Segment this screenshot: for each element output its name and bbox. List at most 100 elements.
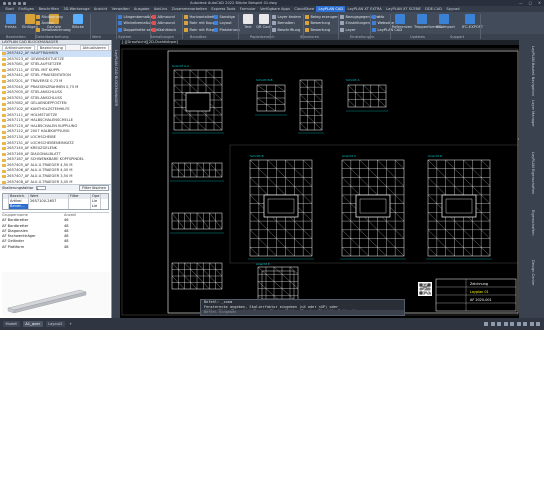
- ribbon-panel-label[interactable]: Bearbeiten: [6, 35, 26, 39]
- ribbon-small-button[interactable]: Beleg erzeugen: [305, 14, 339, 19]
- ribbon-small-button[interactable]: Aßmaund: [152, 14, 176, 19]
- ribbon-small-button[interactable]: Stahlblock: [152, 27, 176, 32]
- side-panel-tab[interactable]: LayPLAN Eigenschaften: [531, 152, 535, 194]
- scaffold-diagonal: [203, 220, 210, 230]
- ribbon-big-button[interactable]: Blöcke: [70, 14, 86, 29]
- command-input[interactable]: Befehl eingeben: [201, 310, 404, 315]
- ribbon-small-button[interactable]: Aßmaund: [152, 21, 176, 26]
- ribbon-panel-label[interactable]: Updates: [410, 35, 425, 39]
- blockmanager-side-label[interactable]: LayPLAN CAD BLOCKMANAGER: [114, 50, 118, 106]
- scaffold-diagonal: [395, 212, 405, 222]
- ribbon-big-button[interactable]: Treppenformular: [414, 14, 444, 29]
- grid-row[interactable]: Benen... Lie: [3, 204, 108, 209]
- ribbon-panel-label[interactable]: Werk: [92, 35, 101, 39]
- section-label: Ansicht C: [342, 154, 356, 158]
- ribbon-small-button[interactable]: Webseite: [372, 21, 402, 26]
- article-group-list[interactable]: Gruppenname Anzahl AF Bordbretter 46 AF Bord…: [2, 212, 109, 250]
- close-button[interactable]: ✕: [538, 1, 541, 5]
- ribbon-panel-label[interactable]: Bemaßungen: [150, 35, 174, 39]
- ribbon-small-button[interactable]: Sonstige: [214, 14, 240, 19]
- workspace-gear-icon[interactable]: [529, 322, 534, 326]
- ribbon-big-button[interactable]: Freistz.: [3, 14, 19, 29]
- osnap-toggle-icon[interactable]: [510, 322, 514, 326]
- grid-cell[interactable]: [29, 204, 69, 209]
- ribbon-small-button[interactable]: Beschriftung: [272, 27, 301, 32]
- ribbon-small-button[interactable]: Detailzeichnung: [36, 27, 71, 32]
- grid-cell[interactable]: [69, 204, 91, 209]
- layout-tab-a1-quer[interactable]: A1_quer: [22, 321, 43, 327]
- refresh-button[interactable]: Aktualisieren: [79, 45, 109, 50]
- ribbon-small-icon: [36, 21, 40, 25]
- ribbon-small-button[interactable]: Layout: [214, 21, 240, 26]
- ribbon-small-button[interactable]: LayPLAN CAD: [372, 27, 402, 32]
- qr-module: [421, 285, 423, 287]
- polar-toggle-icon[interactable]: [503, 322, 508, 326]
- ribbon-big-button[interactable]: IFC-EXPORT: [462, 14, 483, 29]
- article-row[interactable]: AF Plattform 48: [2, 245, 109, 250]
- ribbon-big-button[interactable]: Text: [240, 14, 256, 29]
- side-panel-tab[interactable]: Eigenschaften: [531, 210, 535, 235]
- customize-menu-icon[interactable]: [536, 322, 540, 326]
- scaffold-diagonal: [350, 221, 360, 230]
- ribbon-small-button[interactable]: Bewertung: [305, 27, 339, 32]
- open-file-icon[interactable]: [8, 1, 11, 5]
- ribbon-small-button[interactable]: Rohr mit Kupp: [184, 21, 217, 26]
- lineweight-toggle-icon[interactable]: [516, 322, 521, 326]
- side-panel-tab[interactable]: Design Center: [531, 260, 535, 286]
- ribbon-small-button[interactable]: Info: [372, 14, 402, 19]
- cad-drawing[interactable]: Ansicht A-A Schnitt B-B Schnitt A Schnitt B…: [120, 45, 519, 318]
- ribbon-small-button[interactable]: Bemaßen: [272, 21, 301, 26]
- tab-bezeichnung[interactable]: Bezeichnung: [36, 45, 66, 50]
- ortho-toggle-icon[interactable]: [497, 322, 501, 326]
- clear-filter-button[interactable]: Filter löschen: [79, 185, 109, 191]
- folder-icon: [2, 158, 6, 162]
- new-file-icon[interactable]: [3, 1, 6, 5]
- ribbon-small-icon: [372, 21, 376, 25]
- ribbon-panel-label[interactable]: Bausätze: [190, 35, 207, 39]
- tab-artikelnummer[interactable]: Artikelnummer: [2, 45, 35, 50]
- save-icon[interactable]: [13, 1, 16, 5]
- blockmanager-palette: LAYPLAN CAD BLOCKMANAGER Artikelnummer B…: [0, 40, 112, 318]
- ribbon-small-button[interactable]: Rohr mit Riegel: [184, 27, 217, 32]
- ribbon-big-button[interactable]: IFC-Import: [436, 14, 455, 29]
- undo-icon[interactable]: [18, 1, 21, 5]
- scaffold-diagonal: [196, 275, 204, 283]
- ribbon-panel-label[interactable]: Detailbearbeitung: [36, 35, 69, 39]
- scaffold-diagonal: [190, 220, 198, 230]
- grid-toggle-icon[interactable]: [484, 322, 488, 326]
- side-panel-tab[interactable]: LayPLAN Bauteil Navigation: [531, 46, 535, 96]
- ribbon-small-button[interactable]: Ändern: [36, 21, 71, 26]
- scaffold-diagonal: [303, 212, 313, 222]
- ribbon-small-button[interactable]: Rücksprung: [36, 14, 71, 19]
- filter-grid[interactable]: Bezeich. Wert Filter Ope Artikel 2657100-2657…: [2, 193, 109, 210]
- drawing-canvas[interactable]: [-][Draufsicht][2D-Drahtkörper] Ansicht …: [120, 40, 519, 318]
- scaffold-diagonal: [209, 212, 216, 222]
- command-line[interactable]: Befehl: _zoom Fensterecke angeben, Skali…: [200, 299, 405, 316]
- scaffold-diagonal: [265, 274, 275, 282]
- grid-cell[interactable]: Benen...: [9, 204, 29, 209]
- grid-cell[interactable]: Lie: [91, 204, 101, 209]
- layout-tab-layout2[interactable]: Layout2: [45, 321, 66, 327]
- ribbon-small-button[interactable]: Horizontalkette: [184, 14, 217, 19]
- layout-tab-model[interactable]: Modell: [3, 321, 20, 327]
- quick-access-toolbar[interactable]: [0, 1, 26, 5]
- scaffold-diagonal: [215, 269, 223, 277]
- ribbon-panel-label[interactable]: Support: [450, 35, 464, 39]
- ribbon-small-button[interactable]: Layer ändern: [272, 14, 301, 19]
- qr-module: [429, 285, 431, 287]
- redo-icon[interactable]: [23, 1, 26, 5]
- add-layout-button[interactable]: +: [68, 322, 72, 326]
- maximize-button[interactable]: □: [529, 1, 532, 5]
- annotation-scale-icon[interactable]: [523, 322, 527, 326]
- minimize-button[interactable]: —: [519, 1, 523, 5]
- scaffold-diagonal: [303, 247, 313, 257]
- snap-toggle-icon[interactable]: [490, 322, 495, 326]
- ribbon-panel-label[interactable]: System: [118, 35, 131, 39]
- ribbon-small-button[interactable]: Platzierung: [214, 27, 240, 32]
- side-panel-tab[interactable]: Layer Manager: [531, 100, 535, 127]
- block-tree[interactable]: 2657442_AF HAUPTRAHMEN 2657023_AF GEWINDE…: [0, 51, 111, 184]
- ribbon-small-button[interactable]: Bewertung: [305, 21, 339, 26]
- qr-module: [421, 288, 423, 290]
- scale-input[interactable]: 1: [35, 186, 46, 191]
- scaffold-diagonal: [285, 247, 295, 257]
